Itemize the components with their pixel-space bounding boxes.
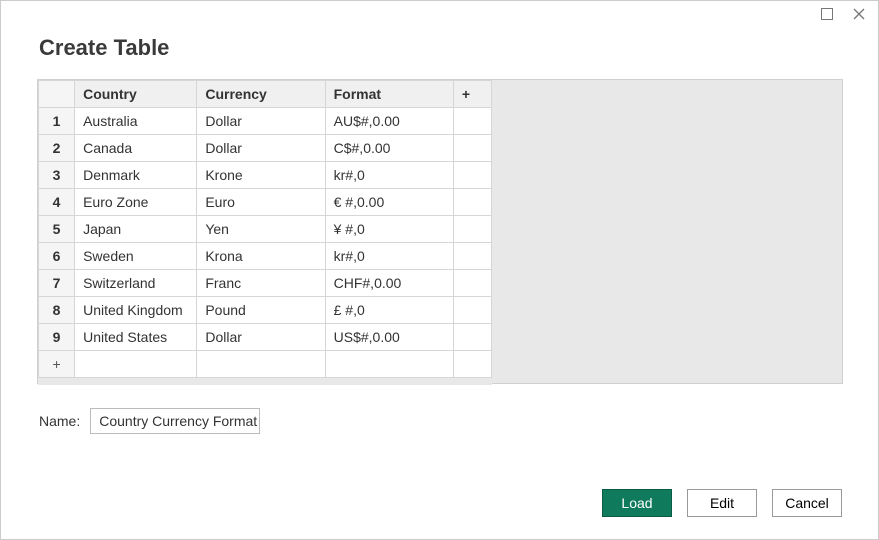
cell-currency[interactable]: Pound	[197, 297, 325, 324]
cell-currency[interactable]: Krona	[197, 243, 325, 270]
add-row[interactable]: +	[39, 351, 492, 378]
cell-country[interactable]: United States	[75, 324, 197, 351]
titlebar	[1, 1, 878, 21]
load-button[interactable]: Load	[602, 489, 672, 517]
cell-format[interactable]: kr#,0	[325, 162, 453, 189]
cell-format[interactable]: C$#,0.00	[325, 135, 453, 162]
cell-country[interactable]: Sweden	[75, 243, 197, 270]
table-row: 2CanadaDollarC$#,0.00	[39, 135, 492, 162]
cell-country[interactable]: Switzerland	[75, 270, 197, 297]
cell-format[interactable]: £ #,0	[325, 297, 453, 324]
cell-empty[interactable]	[325, 351, 453, 378]
table-name-input[interactable]: Country Currency Format Strings	[90, 408, 260, 434]
table-row: 6SwedenKronakr#,0	[39, 243, 492, 270]
close-icon[interactable]	[852, 7, 866, 21]
cell-trailing[interactable]	[453, 162, 491, 189]
cell-empty[interactable]	[453, 351, 491, 378]
row-number[interactable]: 9	[39, 324, 75, 351]
cell-country[interactable]: Denmark	[75, 162, 197, 189]
dialog-title: Create Table	[1, 21, 878, 79]
table-grid-container: Country Currency Format + 1AustraliaDoll…	[37, 79, 843, 384]
add-column-button[interactable]: +	[453, 81, 491, 108]
add-row-button[interactable]: +	[39, 351, 75, 378]
table-row: 5JapanYen¥ #,0	[39, 216, 492, 243]
table-row: 7SwitzerlandFrancCHF#,0.00	[39, 270, 492, 297]
cell-trailing[interactable]	[453, 135, 491, 162]
cell-currency[interactable]: Yen	[197, 216, 325, 243]
column-header-country[interactable]: Country	[75, 81, 197, 108]
cell-currency[interactable]: Dollar	[197, 135, 325, 162]
cell-trailing[interactable]	[453, 324, 491, 351]
cell-currency[interactable]: Franc	[197, 270, 325, 297]
cell-empty[interactable]	[197, 351, 325, 378]
row-number[interactable]: 4	[39, 189, 75, 216]
table-row: 1AustraliaDollarAU$#,0.00	[39, 108, 492, 135]
cell-currency[interactable]: Dollar	[197, 108, 325, 135]
edit-button[interactable]: Edit	[687, 489, 757, 517]
table-row: 8United KingdomPound£ #,0	[39, 297, 492, 324]
cell-country[interactable]: Japan	[75, 216, 197, 243]
cell-trailing[interactable]	[453, 243, 491, 270]
cell-trailing[interactable]	[453, 270, 491, 297]
cell-country[interactable]: Euro Zone	[75, 189, 197, 216]
cancel-button[interactable]: Cancel	[772, 489, 842, 517]
table-grid[interactable]: Country Currency Format + 1AustraliaDoll…	[38, 80, 492, 385]
row-number[interactable]: 6	[39, 243, 75, 270]
cell-trailing[interactable]	[453, 297, 491, 324]
cell-currency[interactable]: Krone	[197, 162, 325, 189]
row-number[interactable]: 5	[39, 216, 75, 243]
row-number[interactable]: 2	[39, 135, 75, 162]
cell-trailing[interactable]	[453, 216, 491, 243]
cell-country[interactable]: Canada	[75, 135, 197, 162]
cell-format[interactable]: CHF#,0.00	[325, 270, 453, 297]
column-header-currency[interactable]: Currency	[197, 81, 325, 108]
cell-format[interactable]: AU$#,0.00	[325, 108, 453, 135]
cell-country[interactable]: Australia	[75, 108, 197, 135]
column-header-format[interactable]: Format	[325, 81, 453, 108]
table-row: 9United StatesDollarUS$#,0.00	[39, 324, 492, 351]
table-row: 4Euro ZoneEuro€ #,0.00	[39, 189, 492, 216]
row-number[interactable]: 1	[39, 108, 75, 135]
cell-country[interactable]: United Kingdom	[75, 297, 197, 324]
create-table-dialog: Create Table Country Currency Format +	[0, 0, 879, 540]
row-number[interactable]: 8	[39, 297, 75, 324]
cell-format[interactable]: kr#,0	[325, 243, 453, 270]
cell-trailing[interactable]	[453, 108, 491, 135]
cell-format[interactable]: € #,0.00	[325, 189, 453, 216]
cell-trailing[interactable]	[453, 189, 491, 216]
corner-cell[interactable]	[39, 81, 75, 108]
cell-format[interactable]: US$#,0.00	[325, 324, 453, 351]
row-number[interactable]: 3	[39, 162, 75, 189]
cell-currency[interactable]: Euro	[197, 189, 325, 216]
row-number[interactable]: 7	[39, 270, 75, 297]
name-row: Name: Country Currency Format Strings	[1, 384, 878, 458]
name-label: Name:	[39, 413, 80, 429]
table-header-row: Country Currency Format +	[39, 81, 492, 108]
cell-empty[interactable]	[75, 351, 197, 378]
cell-currency[interactable]: Dollar	[197, 324, 325, 351]
maximize-icon[interactable]	[820, 7, 834, 21]
cell-format[interactable]: ¥ #,0	[325, 216, 453, 243]
table-row: 3DenmarkKronekr#,0	[39, 162, 492, 189]
dialog-buttons: Load Edit Cancel	[602, 489, 842, 517]
